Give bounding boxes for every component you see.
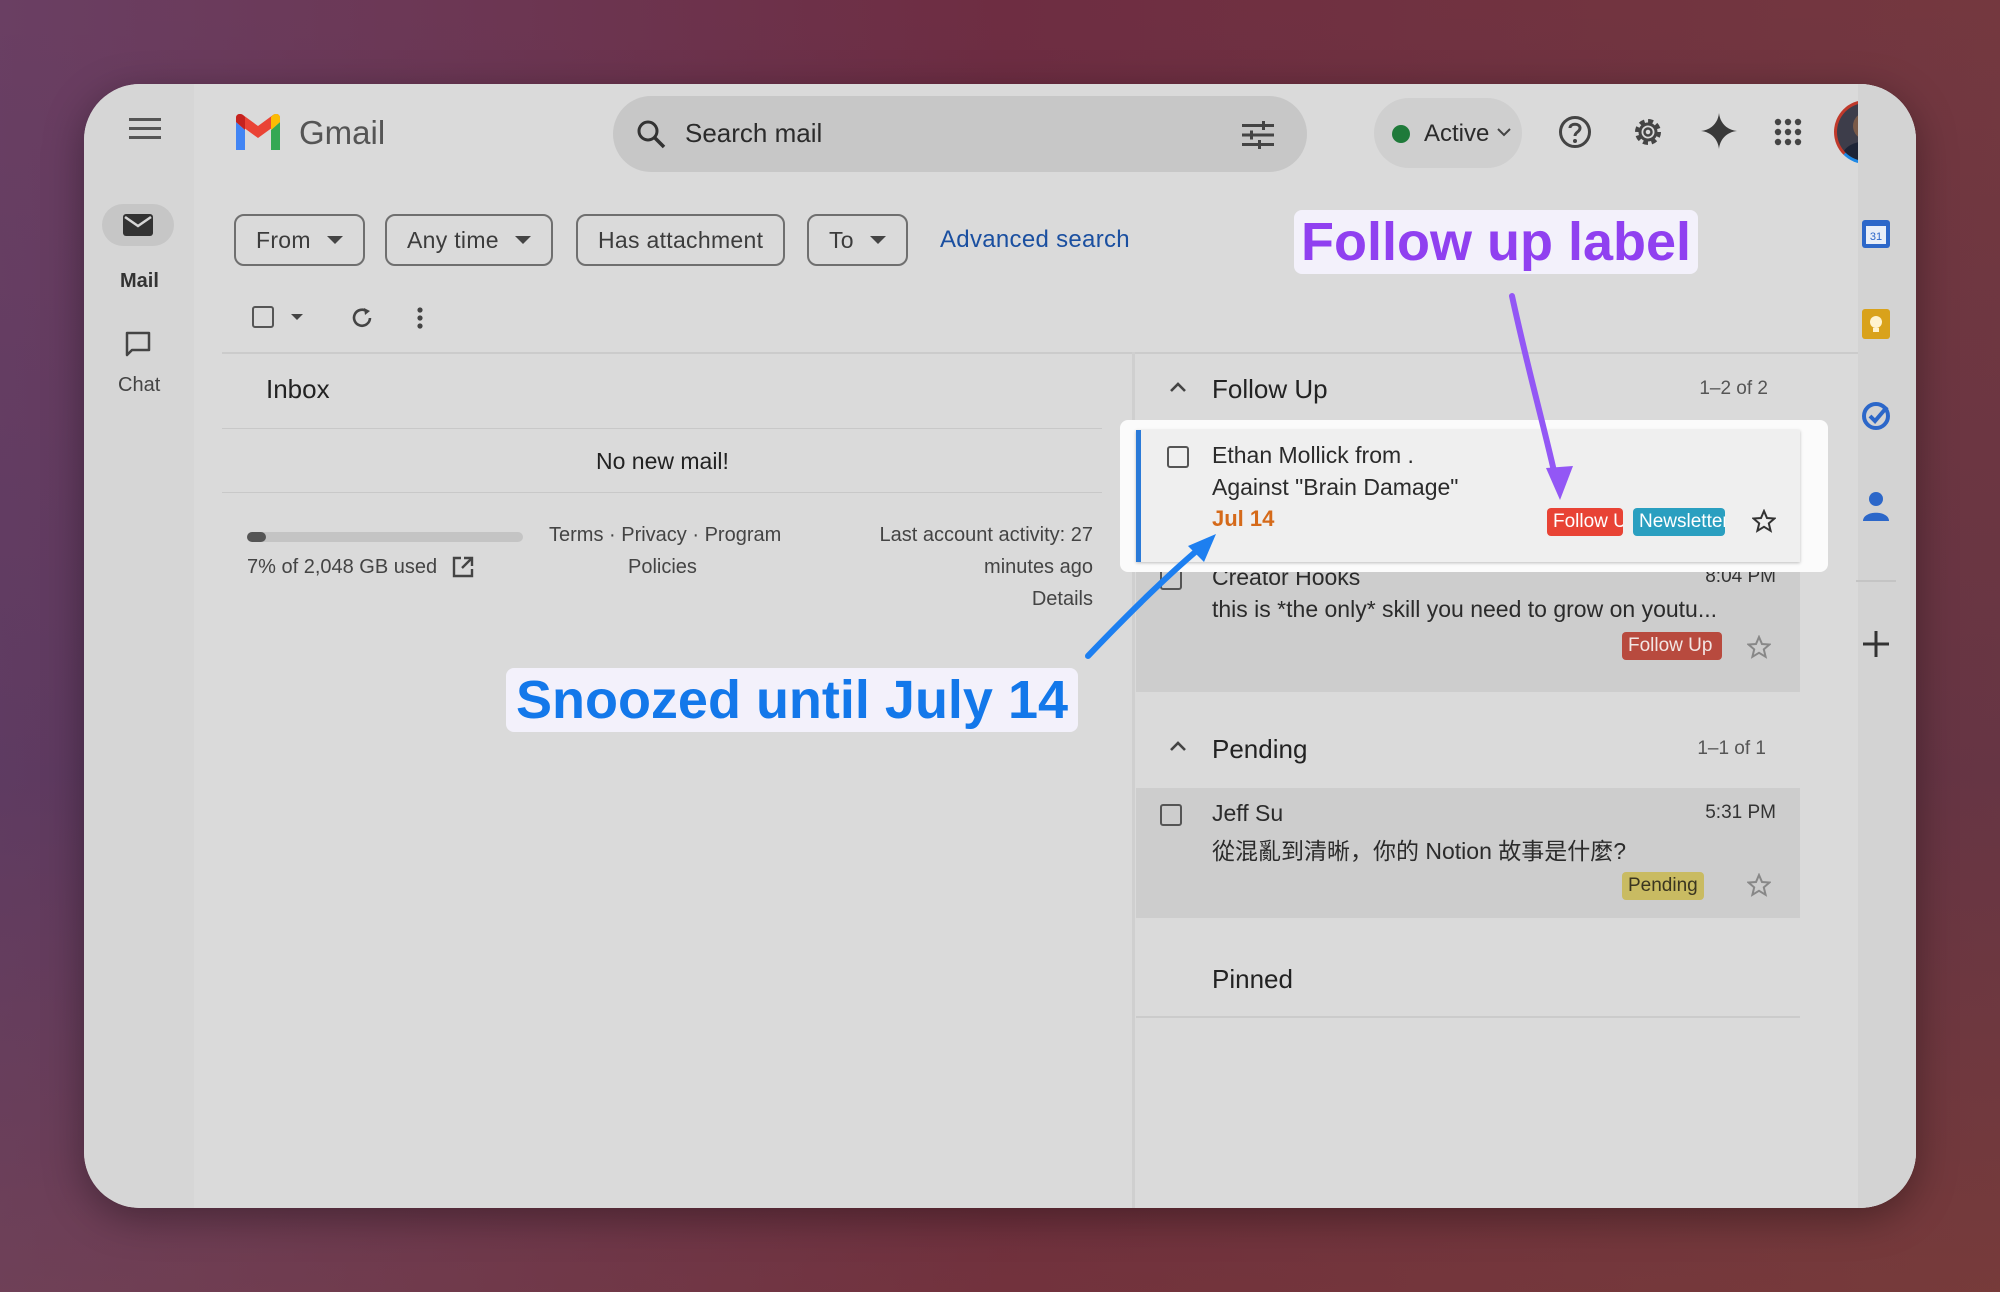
follow-up-label-callout: Follow up label (1294, 210, 1698, 274)
snoozed-callout: Snoozed until July 14 (506, 668, 1078, 732)
annotation-arrows (1085, 293, 1573, 659)
